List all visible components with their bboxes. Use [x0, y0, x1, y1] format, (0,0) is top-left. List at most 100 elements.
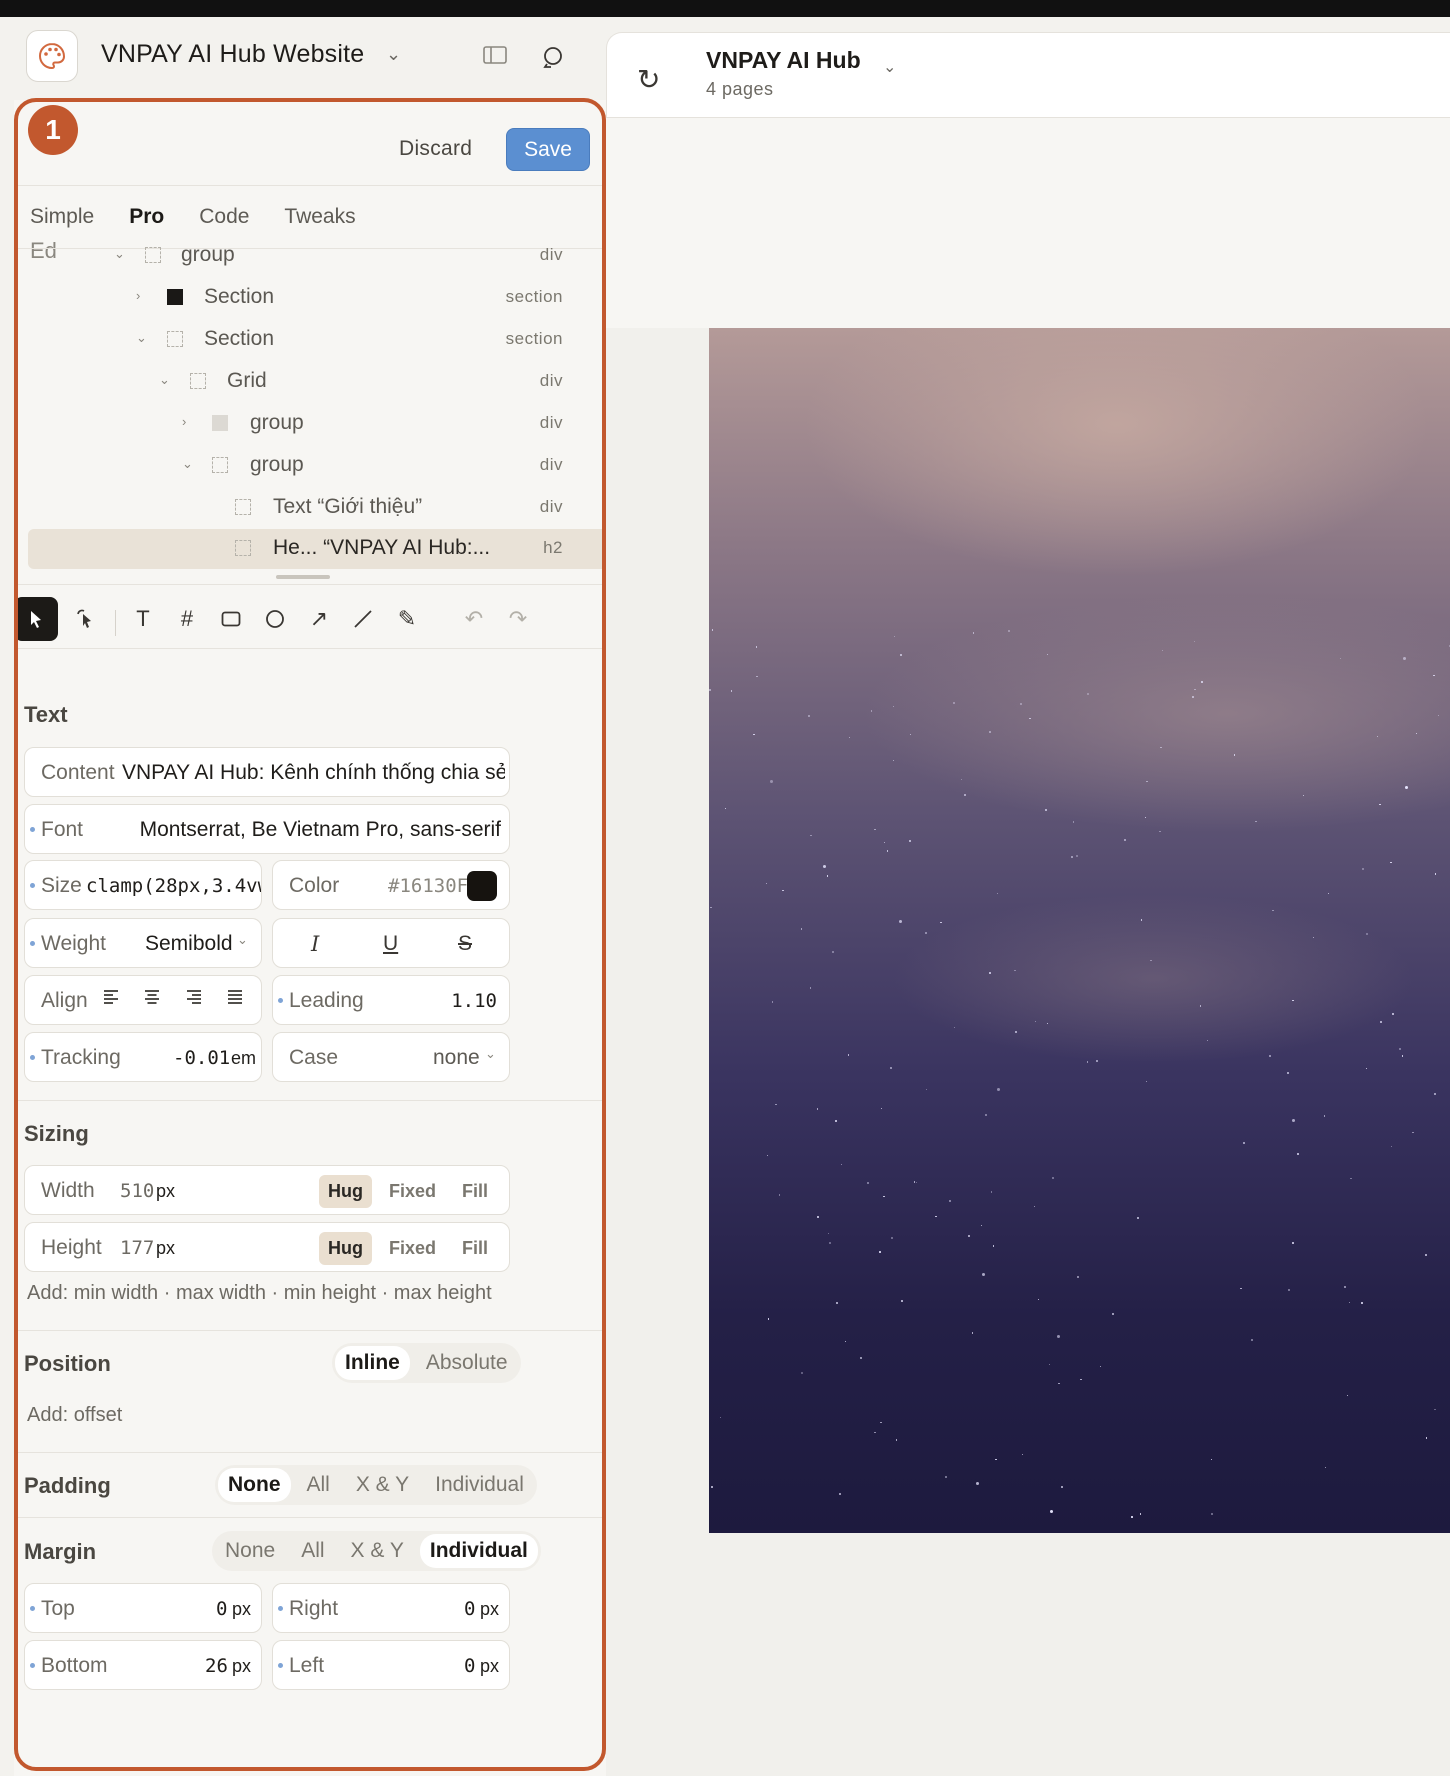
case-field[interactable]: Case none ⌄	[272, 1032, 510, 1082]
margin-left-value[interactable]: 0	[464, 1655, 475, 1677]
chevron-right-icon[interactable]: ›	[136, 288, 140, 303]
discard-button[interactable]: Discard	[399, 137, 472, 161]
padding-none-option[interactable]: None	[218, 1468, 291, 1502]
tree-row[interactable]: ⌄ group div	[28, 236, 606, 276]
margin-top-value[interactable]: 0	[216, 1598, 227, 1620]
margin-right-field[interactable]: Right 0 px	[272, 1583, 510, 1633]
case-value[interactable]: none	[433, 1046, 480, 1070]
height-fixed-option[interactable]: Fixed	[380, 1232, 445, 1265]
margin-all-option[interactable]: All	[291, 1534, 334, 1568]
margin-individual-option[interactable]: Individual	[419, 1534, 538, 1568]
canvas[interactable]	[606, 118, 1450, 1776]
frame-tool-icon[interactable]: #	[165, 597, 209, 641]
tab-tweaks[interactable]: Tweaks	[284, 205, 355, 229]
width-fixed-option[interactable]: Fixed	[380, 1175, 445, 1208]
weight-field[interactable]: Weight Semibold ⌄	[24, 918, 262, 968]
tree-row[interactable]: › group div	[28, 404, 606, 444]
rectangle-tool-icon[interactable]	[209, 597, 253, 641]
chat-icon[interactable]	[541, 45, 565, 74]
chevron-down-icon[interactable]: ⌄	[182, 456, 193, 472]
tree-row[interactable]: ⌄ Section section	[28, 320, 606, 360]
tree-row[interactable]: › Section section	[28, 278, 606, 318]
color-swatch[interactable]	[467, 871, 497, 901]
align-center-icon[interactable]	[143, 988, 161, 1012]
chevron-down-icon[interactable]: ⌄	[114, 246, 125, 262]
chevron-down-icon[interactable]: ⌄	[883, 57, 896, 77]
margin-bottom-field[interactable]: Bottom 26 px	[24, 1640, 262, 1690]
arrow-tool-icon[interactable]: ↗	[297, 597, 341, 641]
text-tool-icon[interactable]: T	[121, 597, 165, 641]
padding-all-option[interactable]: All	[297, 1468, 340, 1502]
margin-xy-option[interactable]: X & Y	[341, 1534, 414, 1568]
save-button[interactable]: Save	[506, 128, 590, 171]
tab-pro[interactable]: Pro	[129, 205, 164, 229]
width-value[interactable]: 510	[120, 1180, 154, 1202]
margin-none-option[interactable]: None	[215, 1534, 285, 1568]
height-fill-option[interactable]: Fill	[453, 1232, 497, 1265]
width-fill-option[interactable]: Fill	[453, 1175, 497, 1208]
line-tool-icon[interactable]	[341, 597, 385, 641]
color-field[interactable]: Color #16130F	[272, 860, 510, 910]
position-inline-option[interactable]: Inline	[335, 1346, 410, 1380]
padding-xy-option[interactable]: X & Y	[346, 1468, 419, 1502]
site-title[interactable]: VNPAY AI Hub	[706, 47, 861, 74]
tree-row[interactable]: ⌄ Grid div	[28, 362, 606, 402]
project-title[interactable]: VNPAY AI Hub Website	[101, 40, 364, 69]
chevron-right-icon[interactable]: ›	[182, 414, 186, 429]
margin-right-value[interactable]: 0	[464, 1598, 475, 1620]
direct-select-tool-icon[interactable]	[63, 597, 107, 641]
weight-value[interactable]: Semibold	[145, 932, 233, 956]
margin-left-field[interactable]: Left 0 px	[272, 1640, 510, 1690]
chevron-down-icon[interactable]: ⌄	[386, 44, 401, 65]
width-hug-option[interactable]: Hug	[318, 1175, 372, 1208]
select-tool-icon[interactable]	[14, 597, 58, 641]
undo-icon[interactable]: ↶	[452, 597, 496, 641]
star	[1029, 717, 1031, 720]
align-justify-icon[interactable]	[226, 988, 244, 1012]
pen-tool-icon[interactable]: ✎	[385, 597, 429, 641]
margin-bottom-value[interactable]: 26	[205, 1655, 228, 1677]
refresh-icon[interactable]: ↻	[637, 63, 660, 96]
star	[1080, 1378, 1082, 1380]
palette-icon[interactable]	[26, 30, 78, 82]
height-field[interactable]: Height 177 px Hug Fixed Fill	[24, 1222, 510, 1272]
chevron-down-icon[interactable]: ⌄	[136, 330, 147, 346]
tracking-value[interactable]: -0.01	[173, 1047, 230, 1069]
size-field[interactable]: Size clamp(28px,3.4vw	[24, 860, 262, 910]
leading-value[interactable]: 1.10	[451, 990, 497, 1012]
tree-row[interactable]: Text “Giới thiệu” div	[28, 488, 606, 528]
hero-starfield-image[interactable]	[709, 328, 1450, 1533]
position-add-offset[interactable]: Add: offset	[27, 1404, 122, 1427]
sidebar-toggle-icon[interactable]	[483, 45, 507, 70]
leading-field[interactable]: Leading 1.10	[272, 975, 510, 1025]
resize-handle[interactable]	[276, 575, 330, 579]
font-value[interactable]: Montserrat, Be Vietnam Pro, sans-serif	[140, 818, 501, 842]
height-hug-option[interactable]: Hug	[318, 1232, 372, 1265]
underline-icon[interactable]: U	[383, 932, 398, 956]
margin-top-field[interactable]: Top 0 px	[24, 1583, 262, 1633]
tab-simple[interactable]: Simple	[30, 205, 94, 229]
sizing-add-options[interactable]: Add: min width · max width · min height …	[27, 1282, 492, 1305]
tab-code[interactable]: Code	[199, 205, 249, 229]
tree-row-selected[interactable]: He... “VNPAY AI Hub:... h2	[28, 529, 606, 569]
ellipse-tool-icon[interactable]	[253, 597, 297, 641]
color-value[interactable]: #16130F	[388, 875, 468, 897]
size-value[interactable]: clamp(28px,3.4vw	[86, 875, 261, 897]
content-value[interactable]: VNPAY AI Hub: Kênh chính thống chia sẻ k	[122, 761, 505, 785]
padding-individual-option[interactable]: Individual	[425, 1468, 534, 1502]
italic-icon[interactable]: I	[311, 932, 319, 956]
height-value[interactable]: 177	[120, 1237, 154, 1259]
align-left-icon[interactable]	[102, 988, 120, 1012]
strikethrough-icon[interactable]: S	[458, 932, 472, 956]
font-field[interactable]: Font Montserrat, Be Vietnam Pro, sans-se…	[24, 804, 510, 854]
chevron-down-icon[interactable]: ⌄	[485, 1046, 496, 1062]
position-absolute-option[interactable]: Absolute	[416, 1346, 518, 1380]
content-field[interactable]: Content VNPAY AI Hub: Kênh chính thống c…	[24, 747, 510, 797]
tree-row[interactable]: ⌄ group div	[28, 446, 606, 486]
chevron-down-icon[interactable]: ⌄	[237, 932, 248, 948]
align-right-icon[interactable]	[185, 988, 203, 1012]
redo-icon[interactable]: ↷	[496, 597, 540, 641]
tracking-field[interactable]: Tracking -0.01 em	[24, 1032, 262, 1082]
width-field[interactable]: Width 510 px Hug Fixed Fill	[24, 1165, 510, 1215]
chevron-down-icon[interactable]: ⌄	[159, 372, 170, 388]
